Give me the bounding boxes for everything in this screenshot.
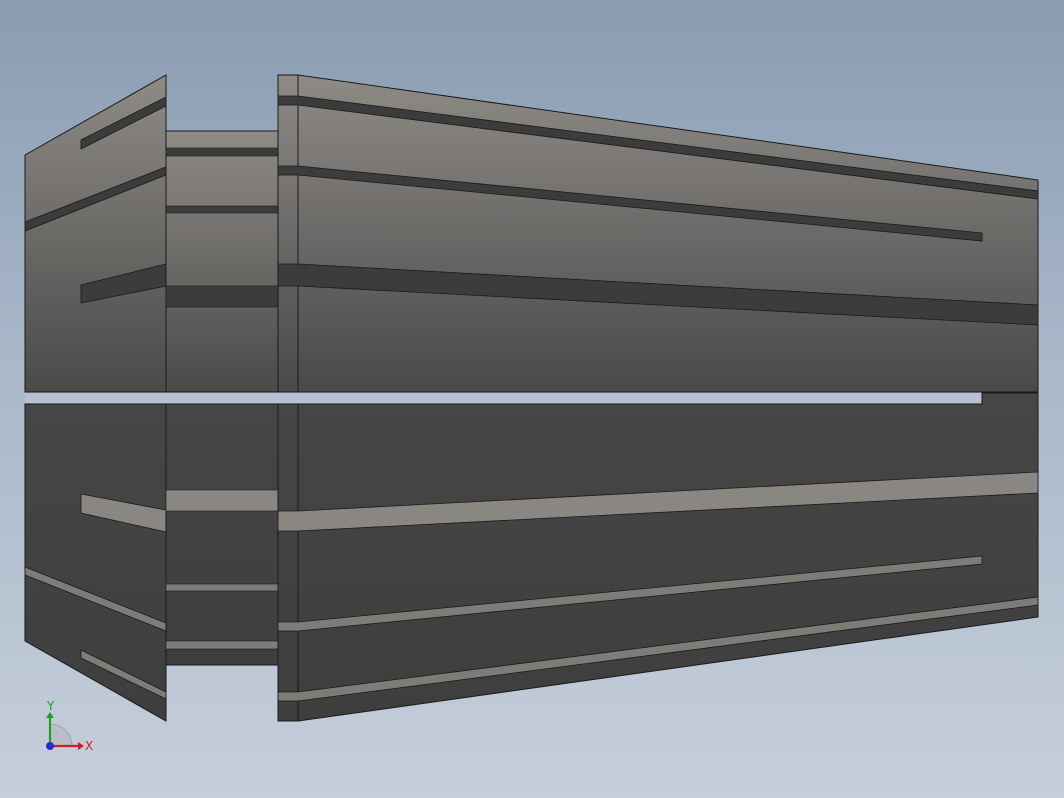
split-slot (25, 393, 982, 403)
neck-lower-face (165, 403, 279, 666)
y-axis-label: Y (46, 699, 55, 713)
left-flange-upper-face (24, 74, 167, 393)
neck-upper-face (165, 130, 279, 393)
neck-groove-lit (165, 583, 279, 592)
left-flange-lower-face (24, 403, 167, 722)
x-axis-label: X (85, 739, 93, 753)
coordinate-triad: X Y (46, 699, 93, 753)
body-lower-face (277, 392, 1039, 722)
neck-groove (165, 147, 279, 157)
neck-groove-lit (165, 640, 279, 650)
triad-quadrant (49, 723, 73, 747)
neck-groove (165, 205, 279, 214)
neck-groove (165, 285, 279, 308)
z-axis-icon (46, 742, 54, 750)
neck-groove-lit (165, 489, 279, 512)
x-arrow-icon (78, 742, 84, 750)
graphics-viewport[interactable] (0, 0, 1064, 798)
